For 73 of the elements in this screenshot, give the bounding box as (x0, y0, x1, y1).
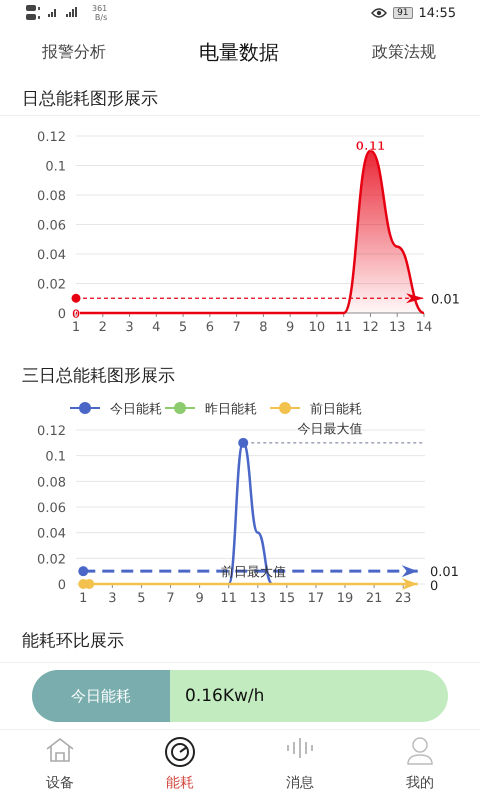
comparison-label: 今日能耗 (32, 670, 170, 722)
max-point (238, 438, 248, 448)
axis-label: 11 (335, 320, 352, 335)
axis-label: 0.04 (37, 248, 66, 263)
axis-label: 5 (178, 320, 188, 335)
nav-item[interactable]: 设备 (0, 730, 120, 798)
axis-label: 7 (166, 591, 175, 605)
max-line-label: 今日最大值 (298, 422, 362, 437)
axis-label: 3 (108, 591, 116, 605)
axis-label: 0.08 (37, 189, 66, 204)
section-title: 日总能耗图形展示 (22, 88, 158, 110)
axis-label: 10 (308, 320, 326, 335)
axis-label: 1 (72, 320, 80, 335)
axis-label: 5 (137, 591, 146, 605)
axis-label: 14 (416, 320, 432, 335)
battery-level: 91 (393, 7, 413, 19)
axis-label: 23 (394, 591, 412, 605)
average-value: 0.01 (431, 292, 460, 308)
person-icon (405, 736, 435, 766)
axis-label: 13 (250, 591, 266, 605)
axis-label: 0.02 (37, 278, 66, 292)
axis-label: 13 (388, 320, 406, 335)
axis-label: 0 (58, 578, 66, 593)
axis-label: 0 (58, 307, 66, 322)
axis-label: 12 (362, 320, 379, 335)
axis-label: 0.08 (37, 475, 66, 490)
axis-label: 0.1 (45, 450, 66, 465)
speed-unit: B/s (94, 13, 108, 22)
axis-label: 0.02 (37, 552, 66, 568)
axis-label: 0.06 (37, 501, 66, 516)
axis-label: 0.12 (37, 424, 66, 439)
axis-label: 0.1 (45, 160, 66, 174)
axis-label: 0.06 (37, 218, 66, 234)
axis-label: 4 (152, 320, 160, 335)
legend-marker[interactable] (70, 402, 100, 414)
legend-label: 前日能耗 (310, 402, 362, 417)
network-speed: 361 (92, 4, 108, 13)
axis-label: 11 (220, 591, 237, 605)
nav-item[interactable]: 能耗 (120, 730, 240, 798)
axis-label: 9 (195, 591, 204, 605)
legend-marker[interactable] (270, 402, 300, 414)
nav-item[interactable]: 我的 (360, 730, 480, 798)
average-value: 0.01 (430, 565, 459, 580)
axis-label: 9 (286, 320, 294, 335)
data-label: 0.11 (356, 138, 386, 153)
gauge-icon (163, 736, 197, 768)
sound-wave-icon (284, 736, 316, 760)
legend-marker[interactable] (165, 402, 195, 414)
section-title: 三日总能耗图形展示 (22, 365, 175, 387)
nav-item[interactable]: 消息 (240, 730, 360, 798)
legend-label: 今日能耗 (110, 402, 162, 417)
comparison-value: 0.16Kw/h (184, 685, 264, 708)
eye-icon (371, 8, 388, 18)
home-icon (44, 736, 76, 764)
axis-label: 19 (336, 591, 354, 605)
axis-label: 8 (259, 320, 268, 335)
axis-label: 1 (79, 591, 88, 605)
axis-label: 2 (98, 320, 107, 335)
axis-label: 21 (366, 591, 382, 605)
axis-label: 17 (308, 591, 324, 605)
tab[interactable]: 电量数据 (199, 34, 279, 70)
axis-label: 3 (125, 320, 134, 335)
axis-label: 7 (232, 320, 241, 335)
legend-label: 昨日能耗 (205, 402, 257, 417)
section-title: 能耗环比展示 (22, 630, 124, 652)
clock: 14:55 (418, 6, 456, 20)
axis-label: 0.12 (37, 130, 66, 145)
axis-label: 15 (278, 591, 296, 605)
end-value: 0 (430, 579, 438, 594)
tab[interactable]: 报警分析 (42, 38, 106, 66)
axis-label: 6 (206, 320, 214, 335)
axis-label: 0.04 (37, 526, 66, 542)
tab[interactable]: 政策法规 (372, 38, 436, 66)
